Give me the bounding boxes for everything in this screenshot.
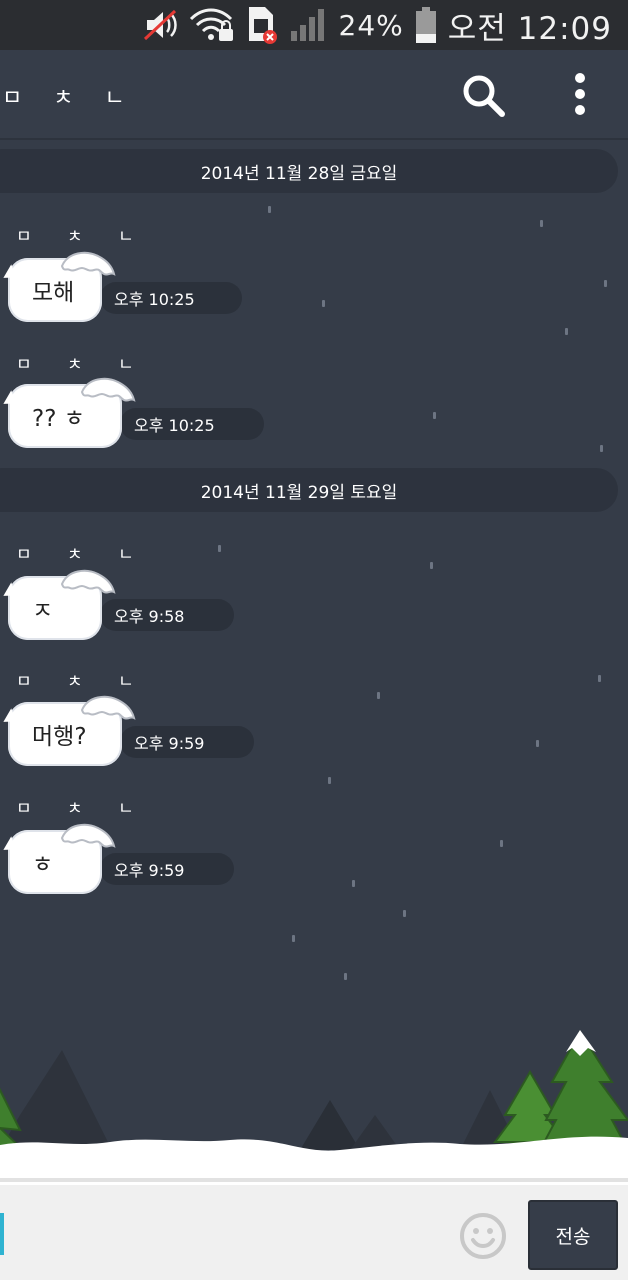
snow-cap-icon: [60, 569, 116, 594]
message-bubble[interactable]: ㅈ: [8, 569, 116, 640]
message-time: 오후 10:25: [100, 282, 242, 314]
chat-header: ㅁ ㅊ ㄴ: [0, 50, 628, 140]
message-input-bar: 전송: [0, 1185, 628, 1280]
battery-percent: 24%: [338, 8, 404, 42]
emoji-button[interactable]: [458, 1211, 508, 1261]
mute-icon: [143, 9, 179, 41]
signal-icon: [289, 7, 329, 43]
message-sender: ㅁ ㅊ ㄴ: [16, 355, 149, 375]
message-bubble[interactable]: 모해: [8, 251, 116, 322]
search-button[interactable]: [460, 72, 506, 118]
search-icon: [463, 75, 505, 117]
status-clock: 오전 12:09: [447, 10, 612, 47]
snow-cap-icon: [80, 695, 136, 720]
more-menu-button[interactable]: [560, 72, 600, 118]
date-separator: 2014년 11월 29일 토요일: [0, 468, 618, 512]
sim-error-icon: [245, 5, 279, 45]
date-separator: 2014년 11월 28일 금요일: [0, 149, 618, 193]
battery-icon: [414, 6, 438, 44]
message-sender: ㅁ ㅊ ㄴ: [16, 672, 149, 692]
message-time: 오후 9:58: [100, 599, 234, 631]
snow-cap-icon: [80, 377, 136, 402]
message-sender: ㅁ ㅊ ㄴ: [16, 799, 149, 819]
snow-cap-icon: [60, 823, 116, 848]
status-bar: 24% 오전 12:09: [0, 0, 628, 50]
message-sender: ㅁ ㅊ ㄴ: [16, 227, 149, 247]
emoji-icon: [460, 1213, 506, 1259]
message-bubble[interactable]: ㅎ: [8, 823, 116, 894]
winter-scenery: [0, 1030, 628, 1190]
message-time: 오후 9:59: [100, 853, 234, 885]
more-vertical-icon: [575, 73, 585, 115]
message-bubble[interactable]: 머행?: [8, 695, 136, 766]
snow-cap-icon: [60, 251, 116, 276]
message-input[interactable]: [6, 1205, 450, 1263]
message-bubble[interactable]: ?? ㅎ: [8, 377, 136, 448]
message-time: 오후 9:59: [120, 726, 254, 758]
message-time: 오후 10:25: [120, 408, 264, 440]
text-cursor: [0, 1213, 4, 1255]
send-button[interactable]: 전송: [528, 1200, 618, 1270]
chat-area[interactable]: 2014년 11월 28일 금요일 ㅁ ㅊ ㄴ 오후 10:25 모해 ㅁ ㅊ …: [0, 140, 628, 1140]
message-sender: ㅁ ㅊ ㄴ: [16, 545, 149, 565]
chat-room-title: ㅁ ㅊ ㄴ: [2, 86, 137, 111]
wifi-lock-icon: [189, 7, 235, 43]
